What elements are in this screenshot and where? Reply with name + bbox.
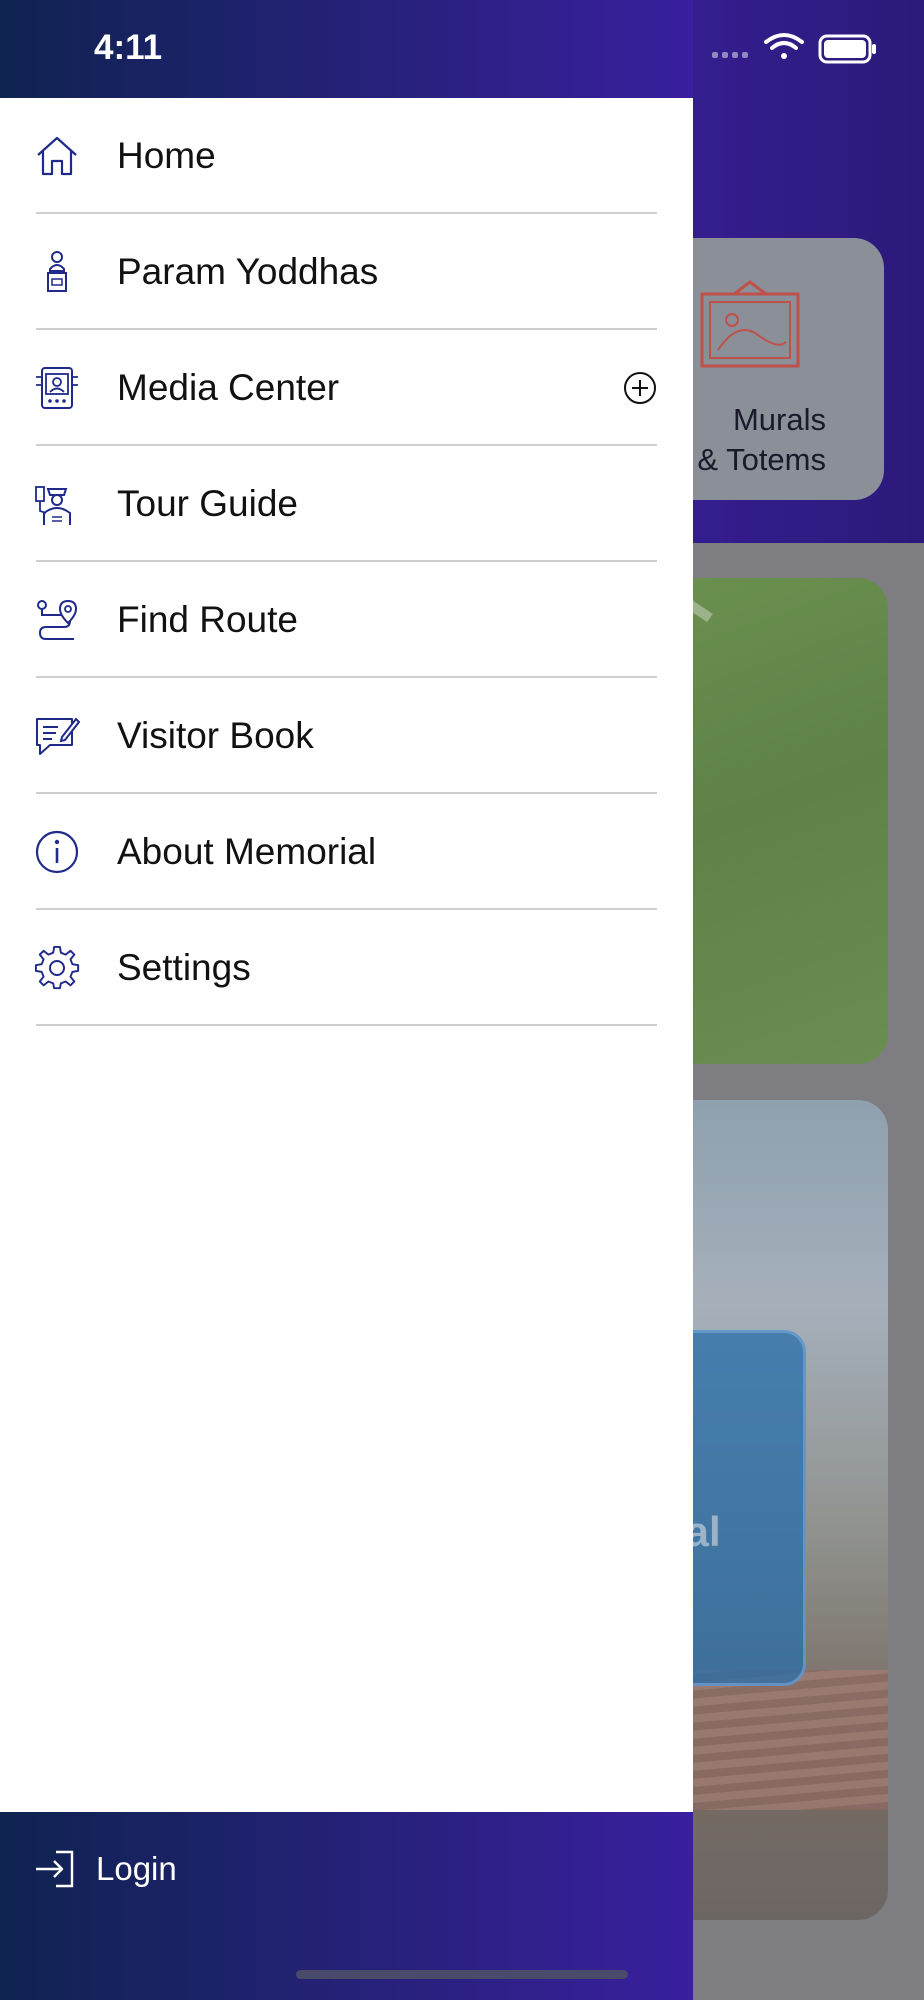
- battery-icon: [818, 34, 876, 64]
- media-icon: [36, 367, 78, 409]
- menu-item-about-memorial[interactable]: About Memorial: [0, 794, 693, 910]
- menu-label-find-route: Find Route: [117, 599, 298, 640]
- menu-item-settings[interactable]: Settings: [0, 910, 693, 1026]
- status-time: 4:11: [94, 28, 163, 67]
- menu-label-visitor-book: Visitor Book: [117, 715, 314, 756]
- menu-item-find-route[interactable]: Find Route: [0, 562, 693, 678]
- menu-item-tour-guide[interactable]: Tour Guide: [0, 446, 693, 562]
- status-indicators: [712, 33, 876, 64]
- login-button[interactable]: Login: [34, 1848, 177, 1890]
- login-icon: [36, 1850, 74, 1888]
- wifi-icon: [764, 33, 804, 59]
- drawer-menu: Home Param Yoddhas Media Center Tour Gui…: [0, 98, 693, 1026]
- menu-item-param-yoddhas[interactable]: Param Yoddhas: [0, 214, 693, 330]
- drawer-header: 4:11: [0, 0, 693, 98]
- visitor-book-icon: [36, 717, 80, 755]
- tour-guide-icon: [35, 486, 71, 525]
- signal-icon: [712, 52, 748, 58]
- menu-label-home: Home: [117, 135, 216, 176]
- menu-label-param-yoddhas: Param Yoddhas: [117, 251, 379, 292]
- soldier-bust-icon: [47, 251, 67, 292]
- divider: [36, 1024, 657, 1026]
- menu-label-about-memorial: About Memorial: [117, 831, 377, 872]
- home-icon: [37, 136, 77, 176]
- gear-icon: [34, 945, 80, 990]
- menu-item-home[interactable]: Home: [0, 98, 693, 214]
- menu-item-visitor-book[interactable]: Visitor Book: [0, 678, 693, 794]
- home-indicator[interactable]: [296, 1970, 628, 1979]
- menu-label-tour-guide: Tour Guide: [117, 483, 298, 524]
- menu-label-settings: Settings: [117, 947, 251, 988]
- menu-label-media-center: Media Center: [117, 367, 340, 408]
- navigation-drawer: 4:11 Home Param Yoddhas Media Center Tou…: [0, 0, 693, 2000]
- route-icon: [37, 599, 78, 640]
- info-icon: [35, 830, 79, 874]
- login-label: Login: [96, 1850, 177, 1887]
- expand-plus-icon[interactable]: [623, 371, 657, 405]
- menu-item-media-center[interactable]: Media Center: [0, 330, 693, 446]
